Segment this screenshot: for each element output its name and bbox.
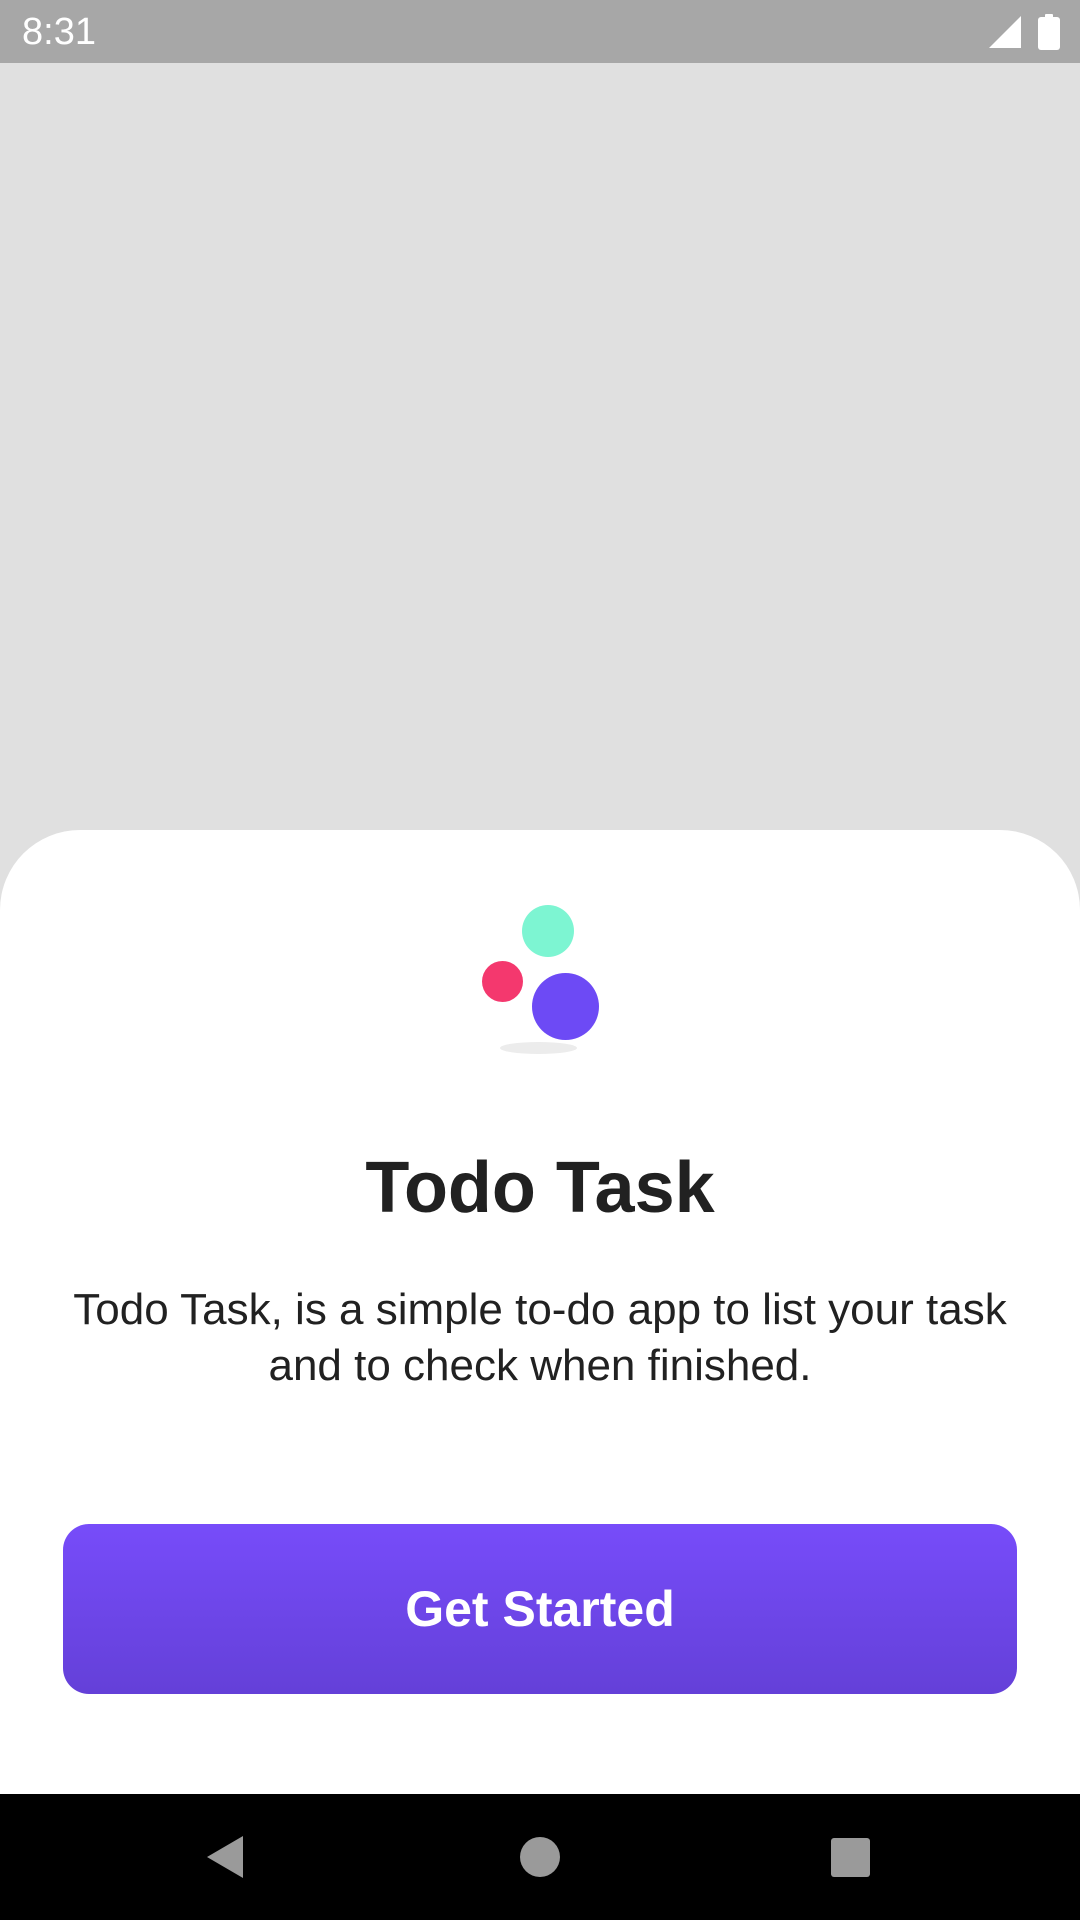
back-icon[interactable] bbox=[205, 1834, 245, 1880]
logo-pink-dot bbox=[482, 961, 523, 1002]
battery-icon bbox=[1038, 14, 1060, 50]
signal-icon bbox=[989, 16, 1021, 48]
status-time: 8:31 bbox=[22, 11, 96, 53]
status-icons bbox=[988, 12, 1060, 52]
get-started-button[interactable]: Get Started bbox=[63, 1524, 1017, 1694]
header-background bbox=[0, 63, 1080, 823]
logo-purple-dot bbox=[532, 973, 599, 1040]
recents-icon[interactable] bbox=[831, 1838, 870, 1877]
status-bar: 8:31 bbox=[0, 0, 1080, 63]
app-title: Todo Task bbox=[365, 1148, 715, 1228]
todo-task-logo bbox=[470, 905, 610, 1054]
home-icon[interactable] bbox=[520, 1837, 560, 1877]
welcome-sheet: Todo Task Todo Task, is a simple to-do a… bbox=[0, 830, 1080, 1794]
app-description: Todo Task, is a simple to-do app to list… bbox=[73, 1285, 1007, 1390]
screen: 8:31 Todo Task Todo Task, is a simple to… bbox=[0, 0, 1080, 1920]
logo-shadow bbox=[500, 1042, 577, 1054]
navigation-bar bbox=[0, 1794, 1080, 1920]
logo-green-dot bbox=[522, 905, 574, 957]
